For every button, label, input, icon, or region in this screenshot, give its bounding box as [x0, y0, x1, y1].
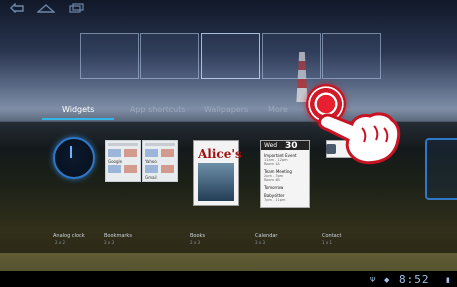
status-time: 8:52 [399, 273, 430, 286]
usb-icon: Ψ [370, 276, 376, 284]
widget-label: Contact [322, 233, 342, 239]
calendar-preview[interactable]: Wed 30 Important Event 11am - 12pm Room … [260, 140, 310, 208]
tab-wallpapers[interactable]: Wallpapers [204, 105, 248, 114]
tab-more[interactable]: More [268, 105, 288, 114]
widget-size: 3 x 3 [104, 240, 114, 245]
calendar-section: Tomorrow [264, 185, 284, 190]
wifi-icon: ◆ [384, 276, 390, 284]
tab-widgets[interactable]: Widgets [62, 105, 94, 114]
calendar-event-place: Room 1A [264, 162, 280, 166]
tab-app-shortcuts[interactable]: App shortcuts [130, 105, 186, 114]
pointing-hand-icon [318, 112, 401, 165]
home-screen-4[interactable] [262, 33, 321, 79]
books-preview[interactable]: Alice's [193, 140, 242, 206]
widget-size: 3 x 3 [255, 240, 265, 245]
bookmark-item: Yahoo [145, 159, 157, 164]
home-icon[interactable] [37, 3, 55, 13]
bookmarks-preview-front[interactable]: Yahoo Gmail [142, 140, 178, 182]
home-screen-1[interactable] [80, 33, 139, 79]
widget-label: Calendar [255, 233, 278, 239]
home-screen-3[interactable] [201, 33, 260, 79]
recent-apps-icon[interactable] [68, 3, 84, 13]
widget-size: 2 x 2 [55, 240, 65, 245]
clock-hand [70, 146, 72, 158]
calendar-event-place: Room 4B [264, 178, 280, 182]
home-screen-2[interactable] [140, 33, 199, 79]
book-cover-art [198, 163, 234, 201]
calendar-weekday: Wed [264, 142, 278, 149]
widget-label: Bookmarks [104, 233, 132, 239]
widget-label: Books [190, 233, 206, 239]
book-title: Alice's [198, 147, 242, 161]
next-widget-preview[interactable] [425, 138, 457, 200]
active-tab-indicator [42, 118, 114, 120]
back-arrow-icon[interactable] [9, 3, 25, 13]
bookmark-item: Google [108, 159, 123, 164]
home-screen-previews [80, 33, 381, 79]
widget-label: Analog clock [53, 233, 85, 239]
analog-clock-preview[interactable] [53, 137, 95, 179]
widget-size: 1 x 1 [322, 240, 332, 245]
calendar-event-time: 7pm - 11pm [264, 198, 286, 202]
bookmark-item: Gmail [145, 175, 157, 180]
widget-size: 2 x 3 [190, 240, 200, 245]
battery-icon: ▮ [446, 276, 450, 284]
calendar-day: 30 [285, 141, 298, 151]
bookmarks-preview-back[interactable]: Google [105, 140, 141, 182]
home-screen-5[interactable] [322, 33, 381, 79]
